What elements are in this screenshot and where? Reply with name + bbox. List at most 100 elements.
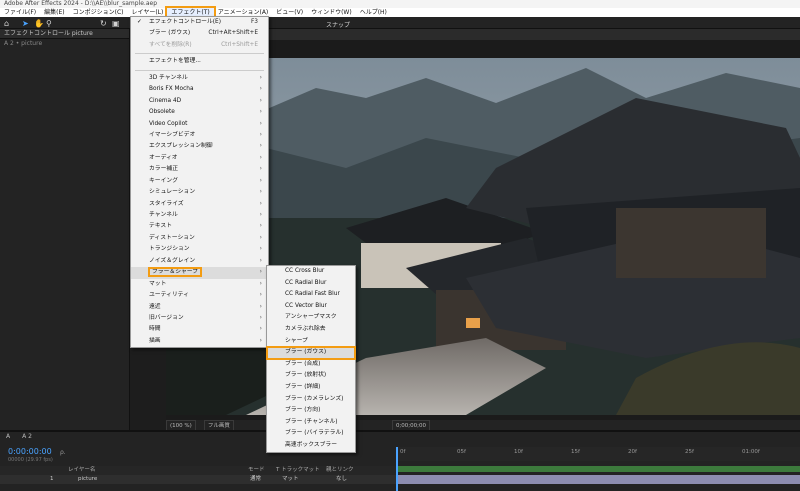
chevron-right-icon: › bbox=[259, 120, 262, 127]
composition-tab[interactable]: A bbox=[0, 432, 16, 441]
effect-category-item[interactable]: スタイライズ › bbox=[131, 199, 268, 210]
effect-category-label: イマーシブビデオ bbox=[149, 131, 196, 138]
work-area-bar[interactable] bbox=[398, 466, 800, 472]
blur-effect-item[interactable]: カメラぶれ除去 bbox=[267, 324, 355, 336]
playhead[interactable] bbox=[396, 447, 398, 491]
blur-effect-item[interactable]: ブラー (合成) bbox=[267, 359, 355, 371]
effect-category-item[interactable]: キーイング › bbox=[131, 176, 268, 187]
snap-label[interactable]: スナップ bbox=[326, 20, 350, 29]
manage-effects-item[interactable]: エフェクトを管理... bbox=[131, 56, 268, 67]
layer-name[interactable]: picture bbox=[78, 475, 97, 484]
blur-effect-item[interactable]: 高速ボックスブラー bbox=[267, 440, 355, 452]
menu-item-1[interactable]: 編集(E) bbox=[40, 8, 68, 17]
blur-effect-label: ブラー (バイラテラル) bbox=[285, 430, 344, 437]
effect-category-item[interactable]: トランジション › bbox=[131, 244, 268, 255]
blur-effect-label: ブラー (チャンネル) bbox=[285, 418, 338, 425]
blur-effect-item[interactable]: CC Cross Blur bbox=[267, 266, 355, 278]
effect-menu-top-item[interactable]: ✓ エフェクトコントロール(E) F3 bbox=[131, 17, 268, 28]
ruler-tick-label: 05f bbox=[457, 449, 466, 455]
layer-row[interactable]: 1 picture 通常 マット なし bbox=[0, 475, 396, 484]
effect-category-item[interactable]: カラー補正 › bbox=[131, 164, 268, 175]
timeline-timecode[interactable]: 0:00:00:00 bbox=[8, 447, 52, 456]
time-ruler[interactable]: 0f 05f 10f 15f 20f 25f 01:00f bbox=[396, 447, 800, 461]
chevron-right-icon: › bbox=[259, 86, 262, 93]
hand-tool-icon[interactable]: ✋ bbox=[34, 19, 44, 28]
blur-effect-item[interactable]: ブラー (方向) bbox=[267, 405, 355, 417]
effect-category-item[interactable]: 3D チャンネル › bbox=[131, 73, 268, 84]
effect-menu-item-label: すべてを削除(R) bbox=[149, 41, 192, 48]
effect-category-label: テキスト bbox=[149, 223, 173, 230]
menu-separator bbox=[135, 53, 264, 55]
camera-tool-icon[interactable]: ▣ bbox=[112, 19, 120, 28]
shortcut-label: Ctrl+Alt+Shift+E bbox=[208, 30, 258, 37]
layer-duration-bar[interactable] bbox=[398, 475, 800, 484]
composition-tab[interactable]: A 2 bbox=[16, 432, 38, 441]
effect-category-item[interactable]: 描画 › bbox=[131, 336, 268, 347]
chevron-right-icon: › bbox=[259, 143, 262, 150]
effect-category-item[interactable]: オーディオ › bbox=[131, 153, 268, 164]
effect-menu-item-label: エフェクトコントロール(E) bbox=[149, 19, 221, 25]
effect-category-label: エクスプレッション制御 bbox=[149, 143, 213, 150]
effect-category-item[interactable]: ブラー＆シャープ › bbox=[131, 267, 268, 279]
zoom-tool-icon[interactable]: ⚲ bbox=[46, 19, 52, 28]
chevron-right-icon: › bbox=[259, 131, 262, 138]
blur-effect-item[interactable]: ブラー (バイラテラル) bbox=[267, 428, 355, 440]
blur-effect-item[interactable]: ブラー (放射状) bbox=[267, 370, 355, 382]
layer-name-header: レイヤー名 bbox=[68, 467, 96, 473]
menu-item-0[interactable]: ファイル(F) bbox=[0, 8, 40, 17]
shortcut-label: Ctrl+Shift+E bbox=[221, 41, 258, 48]
rotate-tool-icon[interactable]: ↻ bbox=[100, 19, 107, 28]
menu-item-6[interactable]: ビュー(V) bbox=[272, 8, 307, 17]
effect-category-item[interactable]: 時間 › bbox=[131, 324, 268, 335]
menu-item-7[interactable]: ウィンドウ(W) bbox=[307, 8, 356, 17]
menu-item-2[interactable]: コンポジション(C) bbox=[69, 8, 128, 17]
blur-effect-item[interactable]: シャープ bbox=[267, 336, 355, 348]
effect-menu-top-item: すべてを削除(R) Ctrl+Shift+E bbox=[131, 40, 268, 51]
layer-parent[interactable]: なし bbox=[336, 475, 347, 484]
effect-category-item[interactable]: Cinema 4D › bbox=[131, 96, 268, 107]
effect-controls-header[interactable]: エフェクトコントロール picture bbox=[0, 29, 129, 39]
chevron-right-icon: › bbox=[259, 200, 262, 207]
effect-category-item[interactable]: Obsolete › bbox=[131, 107, 268, 118]
ruler-tick-label: 01:00f bbox=[742, 449, 760, 455]
menu-item-8[interactable]: ヘルプ(H) bbox=[356, 8, 391, 17]
effect-menu-top-item[interactable]: ブラー (ガウス) Ctrl+Alt+Shift+E bbox=[131, 28, 268, 39]
selection-tool-icon[interactable]: ➤ bbox=[22, 19, 29, 28]
blur-effect-item[interactable]: アンシャープマスク bbox=[267, 312, 355, 324]
effect-category-item[interactable]: マット › bbox=[131, 279, 268, 290]
blur-effect-label: CC Vector Blur bbox=[285, 302, 327, 309]
blur-effect-label: ブラー (詳細) bbox=[285, 383, 321, 390]
blur-effect-item[interactable]: CC Radial Fast Blur bbox=[267, 289, 355, 301]
effect-category-item[interactable]: 遠近 › bbox=[131, 302, 268, 313]
window-title: Adobe After Effects 2024 - D:\\AE\\blur_… bbox=[0, 0, 800, 8]
effect-category-item[interactable]: チャンネル › bbox=[131, 210, 268, 221]
effect-category-label: オーディオ bbox=[149, 154, 178, 161]
layer-mode[interactable]: 通常 bbox=[250, 475, 261, 484]
blur-effect-item[interactable]: CC Radial Blur bbox=[267, 278, 355, 290]
effect-category-item[interactable]: ユーティリティ › bbox=[131, 290, 268, 301]
blur-effect-label: カメラぶれ除去 bbox=[285, 325, 326, 332]
chevron-right-icon: › bbox=[259, 269, 262, 276]
blur-effect-item[interactable]: CC Vector Blur bbox=[267, 301, 355, 313]
effect-category-item[interactable]: Video Copilot › bbox=[131, 119, 268, 130]
effect-category-label: 描画 bbox=[149, 337, 161, 344]
blur-effect-item[interactable]: ブラー (詳細) bbox=[267, 382, 355, 394]
effect-category-label: ディストーション bbox=[149, 234, 195, 241]
tools-bar: ⌂ ➤ ✋ ⚲ ↻ ▣ スナップ bbox=[0, 17, 800, 29]
effect-category-item[interactable]: Boris FX Mocha › bbox=[131, 84, 268, 95]
layer-trackmatte[interactable]: マット bbox=[282, 475, 299, 484]
effect-category-item[interactable]: ディストーション › bbox=[131, 233, 268, 244]
chevron-right-icon: › bbox=[259, 292, 262, 299]
effect-category-item[interactable]: イマーシブビデオ › bbox=[131, 130, 268, 141]
blur-effect-label: ブラー (カメラレンズ) bbox=[285, 395, 344, 402]
blur-effect-item[interactable]: ブラー (チャンネル) bbox=[267, 417, 355, 429]
effect-category-item[interactable]: ノイズ＆グレイン › bbox=[131, 256, 268, 267]
home-icon[interactable]: ⌂ bbox=[4, 19, 9, 28]
blur-effect-item[interactable]: ブラー (ガウス) bbox=[266, 346, 356, 360]
layer-search[interactable]: ρ. bbox=[60, 449, 66, 456]
effect-category-item[interactable]: 旧バージョン › bbox=[131, 313, 268, 324]
effect-category-item[interactable]: シミュレーション › bbox=[131, 187, 268, 198]
effect-category-item[interactable]: テキスト › bbox=[131, 221, 268, 232]
blur-effect-item[interactable]: ブラー (カメラレンズ) bbox=[267, 394, 355, 406]
effect-category-item[interactable]: エクスプレッション制御 › bbox=[131, 141, 268, 152]
